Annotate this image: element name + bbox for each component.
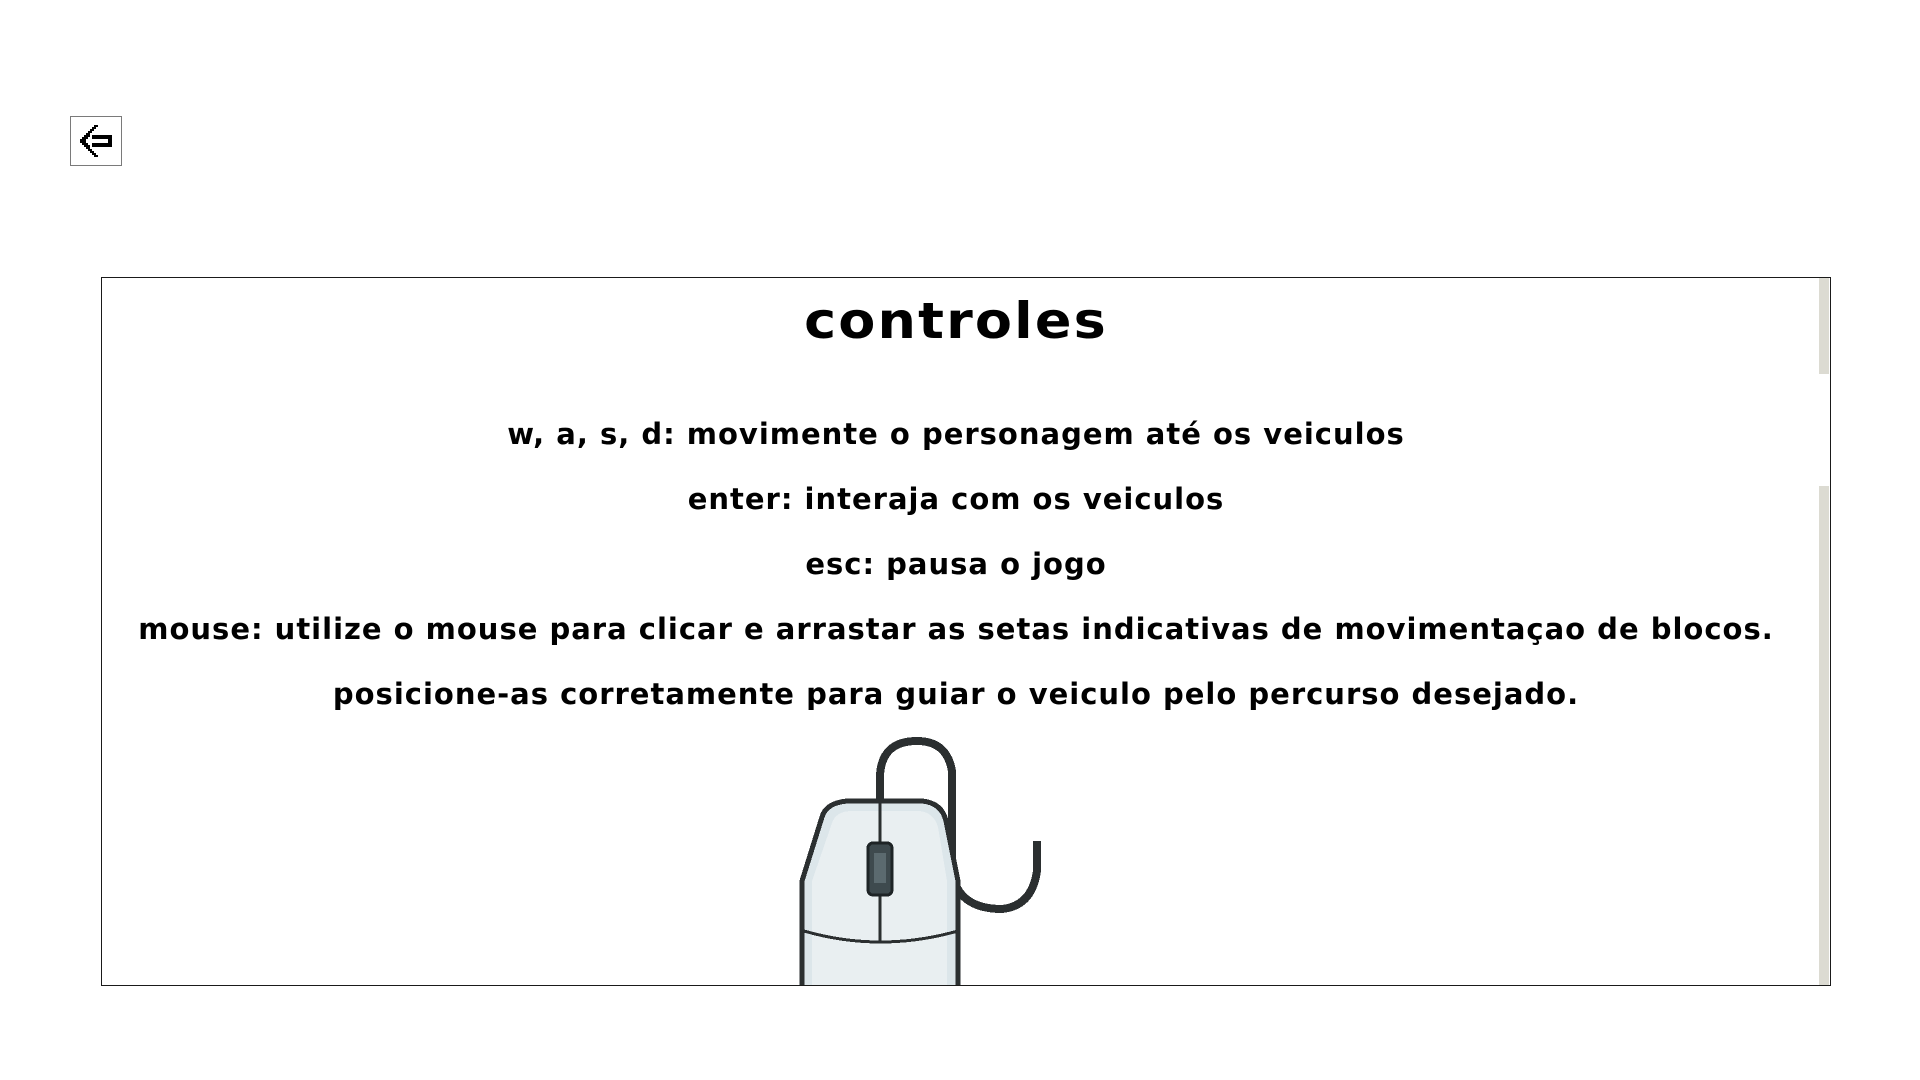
control-line-esc: esc: pausa o jogo <box>805 547 1107 581</box>
control-line-movement: w, a, s, d: movimente o personagem até o… <box>507 417 1405 451</box>
control-line-enter: enter: interaja com os veiculos <box>687 482 1225 516</box>
scrollbar-thumb[interactable] <box>1819 486 1829 985</box>
panel-title: controles <box>804 292 1108 350</box>
controls-list: w, a, s, d: movimente o personagem até o… <box>102 402 1810 727</box>
scrollbar-thumb-upper[interactable] <box>1819 278 1829 374</box>
scrollbar[interactable] <box>1819 278 1830 985</box>
arrow-left-icon <box>80 125 112 157</box>
computer-mouse-icon <box>799 736 1041 985</box>
control-line-mouse: mouse: utilize o mouse para clicar e arr… <box>138 612 1774 711</box>
controls-panel: controles w, a, s, d: movimente o person… <box>101 277 1831 986</box>
back-button[interactable] <box>70 116 122 166</box>
